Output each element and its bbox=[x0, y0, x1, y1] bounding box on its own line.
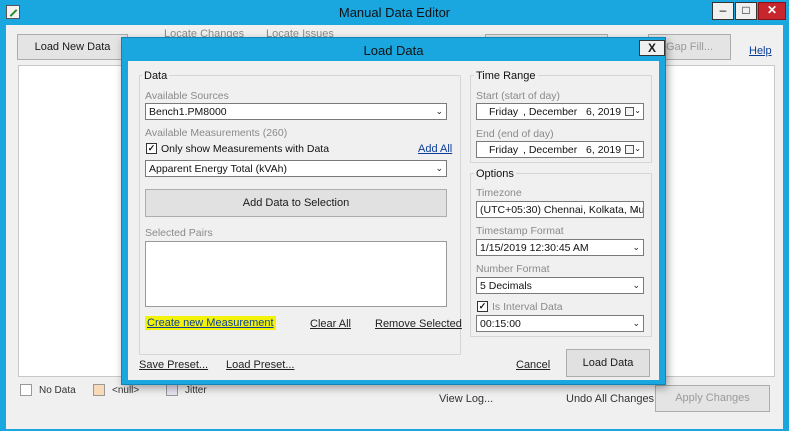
cancel-link[interactable]: Cancel bbox=[516, 359, 550, 371]
create-new-measurement-label: Create new Measurement bbox=[145, 316, 276, 330]
legend-swatch-null bbox=[93, 384, 105, 396]
legend-swatch-no-data bbox=[20, 384, 32, 396]
create-new-measurement-link[interactable]: Create new Measurement bbox=[145, 316, 276, 330]
start-date-picker[interactable]: Friday , December 6, 2019 ⌄ bbox=[476, 103, 644, 120]
available-sources-dropdown[interactable]: Bench1.PM8000 ⌄ bbox=[145, 103, 447, 120]
measurement-dropdown[interactable]: Apparent Energy Total (kVAh) ⌄ bbox=[145, 160, 447, 177]
only-show-checkbox[interactable]: ✓ bbox=[146, 143, 157, 154]
number-format-value: 5 Decimals bbox=[480, 280, 532, 292]
chevron-down-icon: ⌄ bbox=[632, 242, 640, 252]
legend-no-data: No Data bbox=[39, 385, 76, 396]
timezone-value: (UTC+05:30) Chennai, Kolkata, Mumba bbox=[480, 204, 644, 216]
timestamp-format-dropdown[interactable]: 1/15/2019 12:30:45 AM ⌄ bbox=[476, 239, 644, 256]
interval-data-checkbox[interactable]: ✓ bbox=[477, 301, 488, 312]
options-label: Options bbox=[474, 168, 516, 180]
dialog-client: Data Available Sources Bench1.PM8000 ⌄ A… bbox=[128, 61, 659, 380]
add-all-link[interactable]: Add All bbox=[418, 143, 452, 155]
start-date: , December 6, 2019 bbox=[523, 106, 622, 118]
undo-all-changes-button[interactable]: Undo All Changes bbox=[566, 393, 654, 405]
selected-pairs-list[interactable] bbox=[145, 241, 447, 307]
calendar-icon bbox=[625, 145, 634, 154]
start-label: Start (start of day) bbox=[476, 90, 561, 102]
save-preset-link[interactable]: Save Preset... bbox=[139, 359, 208, 371]
timezone-dropdown[interactable]: (UTC+05:30) Chennai, Kolkata, Mumba ⌄ bbox=[476, 201, 644, 218]
chevron-down-icon: ⌄ bbox=[632, 318, 640, 328]
time-range-label: Time Range bbox=[474, 70, 538, 82]
available-sources-value: Bench1.PM8000 bbox=[149, 106, 227, 118]
dialog-close-button[interactable]: X bbox=[639, 40, 665, 56]
end-date-picker[interactable]: Friday , December 6, 2019 ⌄ bbox=[476, 141, 644, 158]
interval-value: 00:15:00 bbox=[480, 318, 521, 330]
end-date: , December 6, 2019 bbox=[523, 144, 622, 156]
interval-dropdown[interactable]: 00:15:00 ⌄ bbox=[476, 315, 644, 332]
legend-jitter: Jitter bbox=[185, 385, 207, 396]
data-group-label: Data bbox=[142, 70, 170, 82]
chevron-down-icon: ⌄ bbox=[634, 106, 641, 115]
end-day: Friday bbox=[489, 144, 519, 156]
load-data-button[interactable]: Load Data bbox=[566, 349, 650, 377]
legend-swatch-jitter bbox=[166, 384, 178, 396]
number-format-label: Number Format bbox=[476, 263, 550, 275]
start-day: Friday bbox=[489, 106, 519, 118]
maximize-button[interactable]: □ bbox=[735, 2, 757, 20]
main-title-bar: Manual Data Editor – □ ✕ bbox=[0, 0, 789, 25]
apply-changes-button[interactable]: Apply Changes bbox=[655, 385, 770, 412]
only-show-label[interactable]: Only show Measurements with Data bbox=[161, 143, 329, 155]
selected-pairs-label: Selected Pairs bbox=[145, 227, 213, 239]
legend-null: <null> bbox=[112, 385, 140, 396]
chevron-down-icon: ⌄ bbox=[632, 280, 640, 290]
window-close-button[interactable]: ✕ bbox=[758, 2, 786, 20]
timestamp-format-label: Timestamp Format bbox=[476, 225, 564, 237]
main-window-title: Manual Data Editor bbox=[338, 5, 451, 20]
number-format-dropdown[interactable]: 5 Decimals ⌄ bbox=[476, 277, 644, 294]
measurement-value: Apparent Energy Total (kVAh) bbox=[149, 163, 287, 175]
load-preset-link[interactable]: Load Preset... bbox=[226, 359, 295, 371]
clear-all-link[interactable]: Clear All bbox=[310, 318, 351, 330]
dialog-title: Load Data bbox=[363, 43, 424, 58]
minimize-button[interactable]: – bbox=[712, 2, 734, 20]
load-data-dialog: Load Data X Data Available Sources Bench… bbox=[121, 37, 666, 385]
end-label: End (end of day) bbox=[476, 128, 554, 140]
interval-data-label[interactable]: Is Interval Data bbox=[492, 301, 563, 313]
add-data-to-selection-button[interactable]: Add Data to Selection bbox=[145, 189, 447, 217]
remove-selected-link[interactable]: Remove Selected bbox=[375, 318, 462, 330]
view-log-link[interactable]: View Log... bbox=[439, 393, 493, 405]
load-new-data-button[interactable]: Load New Data bbox=[17, 34, 128, 60]
help-link[interactable]: Help bbox=[749, 45, 772, 57]
chevron-down-icon: ⌄ bbox=[435, 106, 443, 116]
calendar-icon bbox=[625, 107, 634, 116]
available-measurements-label: Available Measurements (260) bbox=[145, 127, 288, 139]
timezone-label: Timezone bbox=[476, 187, 522, 199]
chevron-down-icon: ⌄ bbox=[634, 144, 641, 153]
chevron-down-icon: ⌄ bbox=[435, 163, 443, 173]
available-sources-label: Available Sources bbox=[145, 90, 229, 102]
timestamp-format-value: 1/15/2019 12:30:45 AM bbox=[480, 242, 589, 254]
chevron-down-icon: ⌄ bbox=[632, 204, 640, 214]
